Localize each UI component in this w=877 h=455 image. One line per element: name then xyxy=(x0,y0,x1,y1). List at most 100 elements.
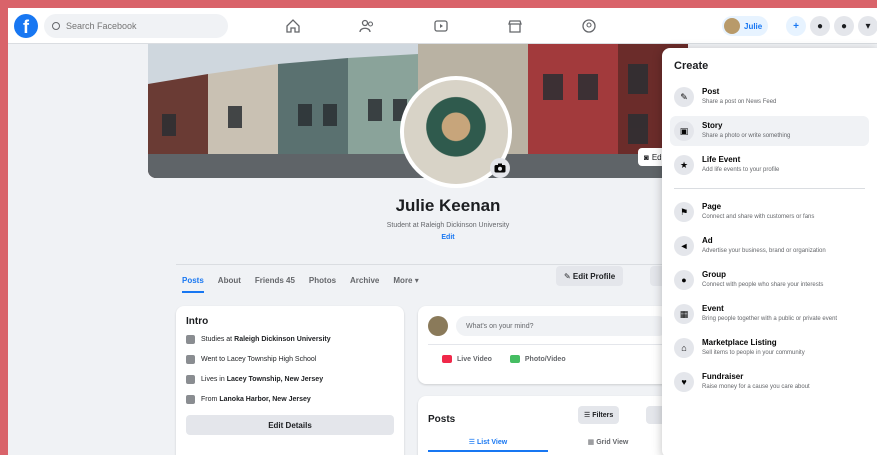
create-ad-item[interactable]: ◄ Ad Advertise your business, brand or org… xyxy=(670,231,869,261)
story-icon: ▣ xyxy=(674,121,694,141)
create-item-description: Advertise your business, brand or organi… xyxy=(702,248,826,254)
search-box[interactable] xyxy=(44,14,228,38)
friends-icon[interactable] xyxy=(352,14,382,38)
create-item-description: Raise money for a cause you care about xyxy=(702,384,810,390)
create-item-title: Event xyxy=(702,304,724,313)
tab-about[interactable]: About xyxy=(218,276,241,285)
event-icon: ▦ xyxy=(674,304,694,324)
posts-card: Posts ☰ Filters ☰ List View ▦ Grid View xyxy=(418,396,678,455)
search-input[interactable] xyxy=(66,21,206,31)
messenger-icon[interactable]: ● xyxy=(810,16,830,36)
create-item-title: Ad xyxy=(702,236,713,245)
photo-video-label: Photo/Video xyxy=(524,355,566,363)
tab-archive[interactable]: Archive xyxy=(350,276,379,285)
create-group-item[interactable]: ● Group Connect with people who share your… xyxy=(670,265,869,295)
create-item-description: Add life events to your profile xyxy=(702,167,780,173)
profile-name: Julie Keenan xyxy=(395,196,501,215)
create-marketplace-listing-item[interactable]: ⌂ Marketplace Listing Sell items to people… xyxy=(670,333,869,363)
profile-bio: Student at Raleigh Dickinson University xyxy=(386,222,510,229)
menu-divider xyxy=(674,188,865,189)
tab-photos[interactable]: Photos xyxy=(309,276,336,285)
edit-profile-button[interactable]: ✎ Edit Profile xyxy=(556,266,624,286)
intro-item-icon xyxy=(186,335,195,344)
create-item-title: Post xyxy=(702,87,720,96)
intro-item: Studies at Raleigh Dickinson University xyxy=(186,335,394,344)
avatar xyxy=(428,316,448,336)
create-fundraiser-item[interactable]: ♥ Fundraiser Raise money for a cause you c… xyxy=(670,367,869,397)
groups-icon[interactable] xyxy=(574,14,604,38)
intro-item-text: Went to Lacey Township High School xyxy=(201,356,317,363)
tab-posts[interactable]: Posts xyxy=(182,276,204,293)
intro-item-icon xyxy=(186,395,195,404)
intro-item-text: Lives in xyxy=(201,376,225,383)
create-item-description: Share a post on News Feed xyxy=(702,99,777,105)
edit-bio-link[interactable]: Edit xyxy=(308,234,588,241)
camera-icon: ◙ xyxy=(644,152,649,162)
posts-title: Posts xyxy=(428,414,456,425)
create-page-item[interactable]: ⚑ Page Connect and share with customers or… xyxy=(670,197,869,227)
create-item-title: Marketplace Listing xyxy=(702,338,777,347)
create-item-description: Connect with people who share your inter… xyxy=(702,282,824,288)
create-item-text: Story Share a photo or write something xyxy=(702,121,790,140)
create-item-title: Group xyxy=(702,270,726,279)
edit-details-button[interactable]: Edit Details xyxy=(186,415,394,435)
home-icon[interactable] xyxy=(278,14,308,38)
intro-item: From Lanoka Harbor, New Jersey xyxy=(186,395,394,404)
create-item-title: Fundraiser xyxy=(702,372,744,381)
notifications-bell-icon[interactable]: ● xyxy=(834,16,854,36)
grid-view-tab[interactable]: ▦ Grid View xyxy=(548,438,668,452)
intro-item-icon xyxy=(186,355,195,364)
facebook-window: f Julie + ● ● xyxy=(8,8,877,455)
create-menu-title: Create xyxy=(674,60,709,72)
create-item-text: Page Connect and share with customers or … xyxy=(702,202,814,221)
whats-on-your-mind-input[interactable]: What's on your mind? xyxy=(456,316,668,336)
create-item-description: Sell items to people in your community xyxy=(702,350,805,356)
fundraiser-icon: ♥ xyxy=(674,372,694,392)
watch-icon[interactable] xyxy=(426,14,456,38)
create-life-event-item[interactable]: ★ Life Event Add life events to your profi… xyxy=(670,150,869,180)
create-item-text: Marketplace Listing Sell items to people … xyxy=(702,338,805,357)
top-navigation-bar: f Julie + ● ● xyxy=(8,8,877,44)
create-item-text: Post Share a post on News Feed xyxy=(702,87,776,106)
facebook-logo-icon[interactable]: f xyxy=(14,14,38,38)
create-item-description: Bring people together with a public or p… xyxy=(702,316,838,322)
live-video-label: Live Video xyxy=(457,355,492,363)
create-plus-icon[interactable]: + xyxy=(786,16,806,36)
page-icon: ⚑ xyxy=(674,202,694,222)
tab-friends[interactable]: Friends 45 xyxy=(255,276,295,285)
account-menu-icon[interactable]: ▾ xyxy=(858,16,877,36)
marketplace-icon[interactable] xyxy=(500,14,530,38)
intro-title: Intro xyxy=(186,316,209,327)
create-post-item[interactable]: ✎ Post Share a post on News Feed xyxy=(670,82,869,112)
intro-item-text: Studies at xyxy=(201,336,233,343)
account-profile-button[interactable]: Julie xyxy=(722,16,769,36)
account-name: Julie xyxy=(744,21,763,31)
group-icon: ● xyxy=(674,270,694,290)
list-view-tab[interactable]: ☰ List View xyxy=(428,438,548,452)
photo-video-button[interactable]: Photo/Video xyxy=(509,355,566,363)
search-icon xyxy=(52,22,60,30)
create-item-title: Page xyxy=(702,202,722,211)
create-story-item[interactable]: ▣ Story Share a photo or write something xyxy=(670,116,869,146)
create-event-item[interactable]: ▦ Event Bring people together with a publi… xyxy=(670,299,869,329)
create-menu: Create ✎ Post Share a post on News Feed ▣ St… xyxy=(662,48,877,455)
intro-item: Went to Lacey Township High School xyxy=(186,355,394,364)
intro-item-link[interactable]: Lanoka Harbor, New Jersey xyxy=(219,396,310,403)
photo-video-icon xyxy=(509,355,520,363)
post-composer: What's on your mind? Live Video Photo/Vid… xyxy=(418,306,678,384)
intro-item-link[interactable]: Raleigh Dickinson University xyxy=(234,336,330,343)
filters-button[interactable]: ☰ Filters xyxy=(578,406,620,424)
create-item-text: Fundraiser Raise money for a cause you ca… xyxy=(702,372,810,391)
create-item-description: Connect and share with customers or fans xyxy=(702,214,815,220)
intro-item-icon xyxy=(186,375,195,384)
create-item-text: Life Event Add life events to your profil… xyxy=(702,155,779,174)
intro-item: Lives in Lacey Township, New Jersey xyxy=(186,375,394,384)
intro-item-link[interactable]: Lacey Township, New Jersey xyxy=(227,376,323,383)
tab-more[interactable]: More ▾ xyxy=(393,276,418,285)
marketplace-listing-icon: ⌂ xyxy=(674,338,694,358)
camera-icon[interactable] xyxy=(490,158,510,178)
intro-card: Intro Studies at Raleigh Dickinson Univer… xyxy=(176,306,404,455)
live-video-button[interactable]: Live Video xyxy=(442,355,492,363)
create-item-text: Event Bring people together with a public… xyxy=(702,304,837,323)
create-item-title: Life Event xyxy=(702,155,741,164)
